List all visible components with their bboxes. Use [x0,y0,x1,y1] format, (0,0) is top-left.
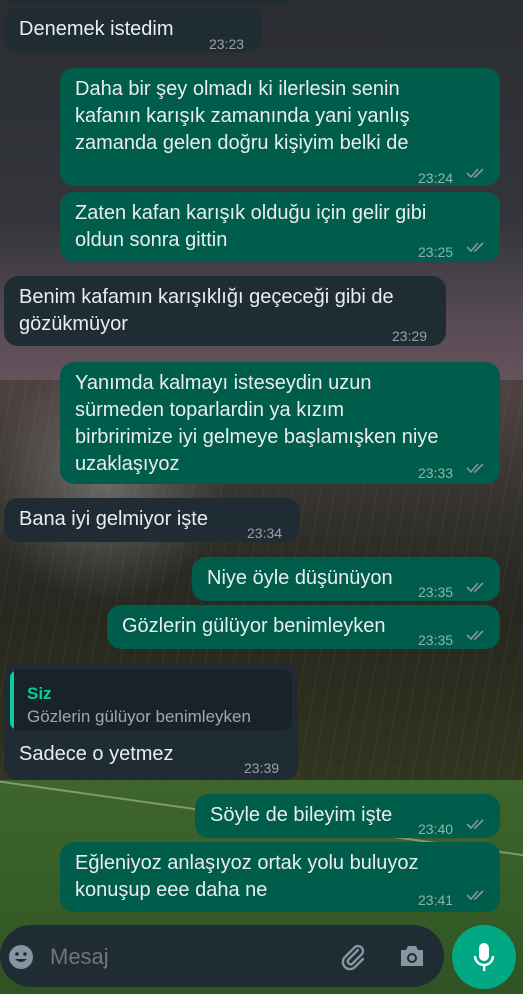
double-check-icon [466,242,484,253]
message-incoming[interactable]: Benim kafamın karışıklığı geçeceği gibi … [4,276,446,346]
message-bubble-partial [4,0,292,4]
message-outgoing[interactable]: Söyle de bileyim işte 23:40 [195,794,500,838]
message-outgoing[interactable]: Yanımda kalmayı isteseydin uzun sürmeden… [60,362,500,484]
quote-accent-bar [10,670,14,730]
message-incoming[interactable]: Bana iyi gelmiyor işte 23:34 [4,498,300,542]
message-time: 23:29 [392,328,428,344]
message-incoming[interactable]: Denemek istedim 23:23 [4,8,262,52]
message-time: 23:24 [418,170,454,186]
quoted-message[interactable]: Siz Gözlerin gülüyor benimleyken [10,670,292,730]
message-time: 23:23 [209,36,245,52]
message-text: Daha bir şey olmadı ki ilerlesin senin k… [75,78,410,154]
camera-icon[interactable] [398,943,426,969]
double-check-icon [466,630,484,641]
voice-record-button[interactable] [452,925,516,989]
message-time: 23:40 [418,821,454,837]
emoji-icon[interactable] [8,944,34,970]
message-text: Benim kafamın karışıklığı geçeceği gibi … [19,286,394,335]
paperclip-icon[interactable] [338,942,368,972]
message-time: 23:33 [418,465,454,481]
message-outgoing[interactable]: Zaten kafan karışık olduğu için gelir gi… [60,192,500,262]
message-time: 23:35 [418,632,454,648]
message-incoming-reply[interactable]: Siz Gözlerin gülüyor benimleyken Sadece … [4,664,298,780]
message-time: 23:35 [418,584,454,600]
microphone-icon [473,943,495,971]
message-outgoing[interactable]: Gözlerin gülüyor benimleyken 23:35 [107,605,500,649]
message-list[interactable]: Denemek istedim 23:23 Daha bir şey olmad… [0,0,523,994]
message-input[interactable] [48,939,322,975]
message-outgoing[interactable]: Daha bir şey olmadı ki ilerlesin senin k… [60,68,500,186]
message-text: Sadece o yetmez [19,743,174,765]
message-outgoing[interactable]: Eğleniyoz anlaşıyoz ortak yolu buluyoz k… [60,842,500,912]
double-check-icon [466,168,484,179]
message-time: 23:41 [418,892,454,908]
message-time: 23:34 [247,525,283,541]
double-check-icon [466,890,484,901]
message-composer[interactable] [0,925,444,987]
message-time: 23:25 [418,244,454,260]
quote-text: Gözlerin gülüyor benimleyken [27,707,251,726]
message-time: 23:39 [244,760,280,776]
double-check-icon [466,463,484,474]
message-outgoing[interactable]: Niye öyle düşünüyon 23:35 [192,557,500,601]
double-check-icon [466,819,484,830]
double-check-icon [466,582,484,593]
